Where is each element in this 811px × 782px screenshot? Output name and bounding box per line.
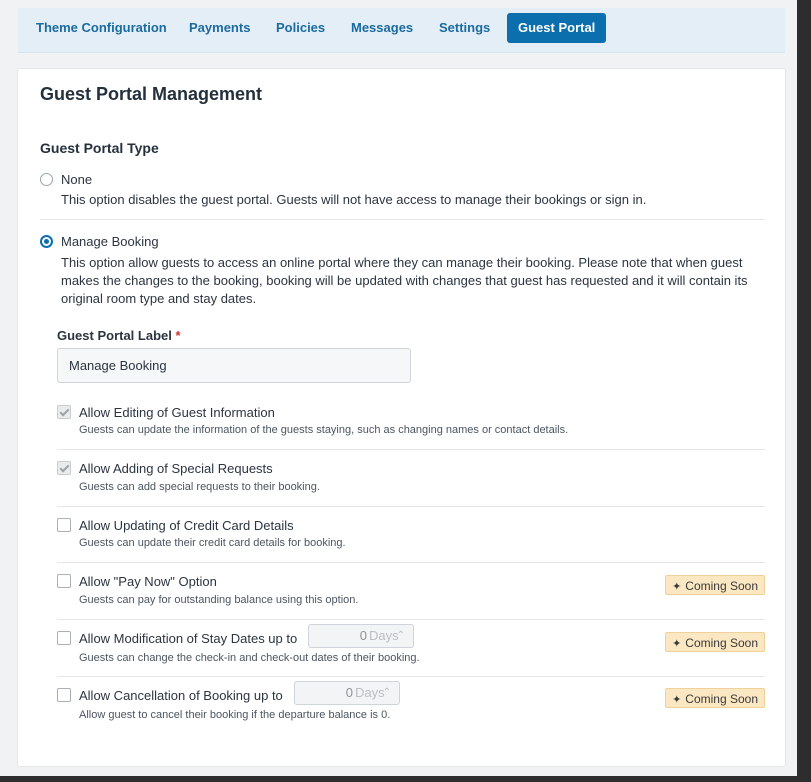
divider [57,562,765,563]
stepper-arrows-icon[interactable]: ⌃ [383,682,391,704]
window-edge [0,776,811,782]
radio-none[interactable] [40,173,53,186]
sparkle-icon: ✦ [672,581,682,593]
guest-portal-card: Guest Portal Management Guest Portal Typ… [18,69,785,766]
tab-guest-portal[interactable]: Guest Portal [507,13,607,43]
settings-tab-bar: Theme Configuration Payments Policies Me… [18,8,785,53]
option-title: Allow Adding of Special Requests [79,461,273,476]
option-title: Allow Cancellation of Booking up to [79,688,283,703]
checkbox-credit-card[interactable] [57,518,71,532]
coming-soon-badge: ✦ Coming Soon [665,632,765,652]
checkbox-cancellation[interactable] [57,688,71,702]
required-mark: * [175,328,181,343]
tab-policies[interactable]: Policies [276,13,325,43]
coming-soon-badge: ✦ Coming Soon [665,688,765,708]
checkbox-pay-now[interactable] [57,574,71,588]
tab-payments[interactable]: Payments [189,13,250,43]
option-description: Guests can change the check-in and check… [79,652,420,664]
option-description: Guests can add special requests to their… [79,481,320,493]
cancellation-days-stepper[interactable]: 0 Days ⌃ [294,681,400,705]
coming-soon-badge: ✦ Coming Soon [665,575,765,595]
badge-text: Coming Soon [685,579,758,593]
badge-text: Coming Soon [685,636,758,650]
divider [40,219,765,220]
tab-theme-configuration[interactable]: Theme Configuration [36,13,167,43]
page-title: Guest Portal Management [40,84,263,104]
section-title: Guest Portal Type [40,140,159,156]
stay-dates-days-stepper[interactable]: 0 Days ⌃ [308,624,414,648]
option-description: Guests can update their credit card deta… [79,537,346,549]
checkbox-modify-stay-dates[interactable] [57,631,71,645]
divider [57,449,765,450]
stepper-value: 0 [359,628,367,643]
checkbox-special-requests[interactable] [57,461,71,475]
radio-none-description: This option disables the guest portal. G… [61,192,647,207]
checkbox-edit-guest-info[interactable] [57,405,71,419]
sparkle-icon: ✦ [672,694,682,706]
tab-settings[interactable]: Settings [439,13,490,43]
stepper-arrows-icon[interactable]: ⌃ [397,625,405,647]
window-edge [797,0,811,782]
guest-portal-label-title: Guest Portal Label * [57,328,181,343]
guest-portal-label-input[interactable]: Manage Booking [57,348,411,383]
option-title: Allow Updating of Credit Card Details [79,518,294,533]
radio-manage-booking-label[interactable]: Manage Booking [61,234,159,249]
option-description: Allow guest to cancel their booking if t… [79,709,391,721]
sparkle-icon: ✦ [672,638,682,650]
divider [57,506,765,507]
guest-portal-label-text: Guest Portal Label [57,328,172,343]
tab-messages[interactable]: Messages [351,13,413,43]
radio-manage-booking[interactable] [40,235,53,248]
option-title: Allow Editing of Guest Information [79,405,275,420]
radio-none-label[interactable]: None [61,172,92,187]
option-description: Guests can update the information of the… [79,424,569,436]
option-description: Guests can pay for outstanding balance u… [79,594,359,606]
option-title: Allow Modification of Stay Dates up to [79,631,298,646]
divider [57,619,765,620]
stepper-value: 0 [345,685,353,700]
stepper-unit: Days [369,628,399,643]
stepper-unit: Days [355,685,385,700]
divider [57,676,765,677]
option-title: Allow "Pay Now" Option [79,574,217,589]
radio-manage-booking-description: This option allow guests to access an on… [61,255,748,306]
page: Theme Configuration Payments Policies Me… [0,0,797,782]
badge-text: Coming Soon [685,692,758,706]
